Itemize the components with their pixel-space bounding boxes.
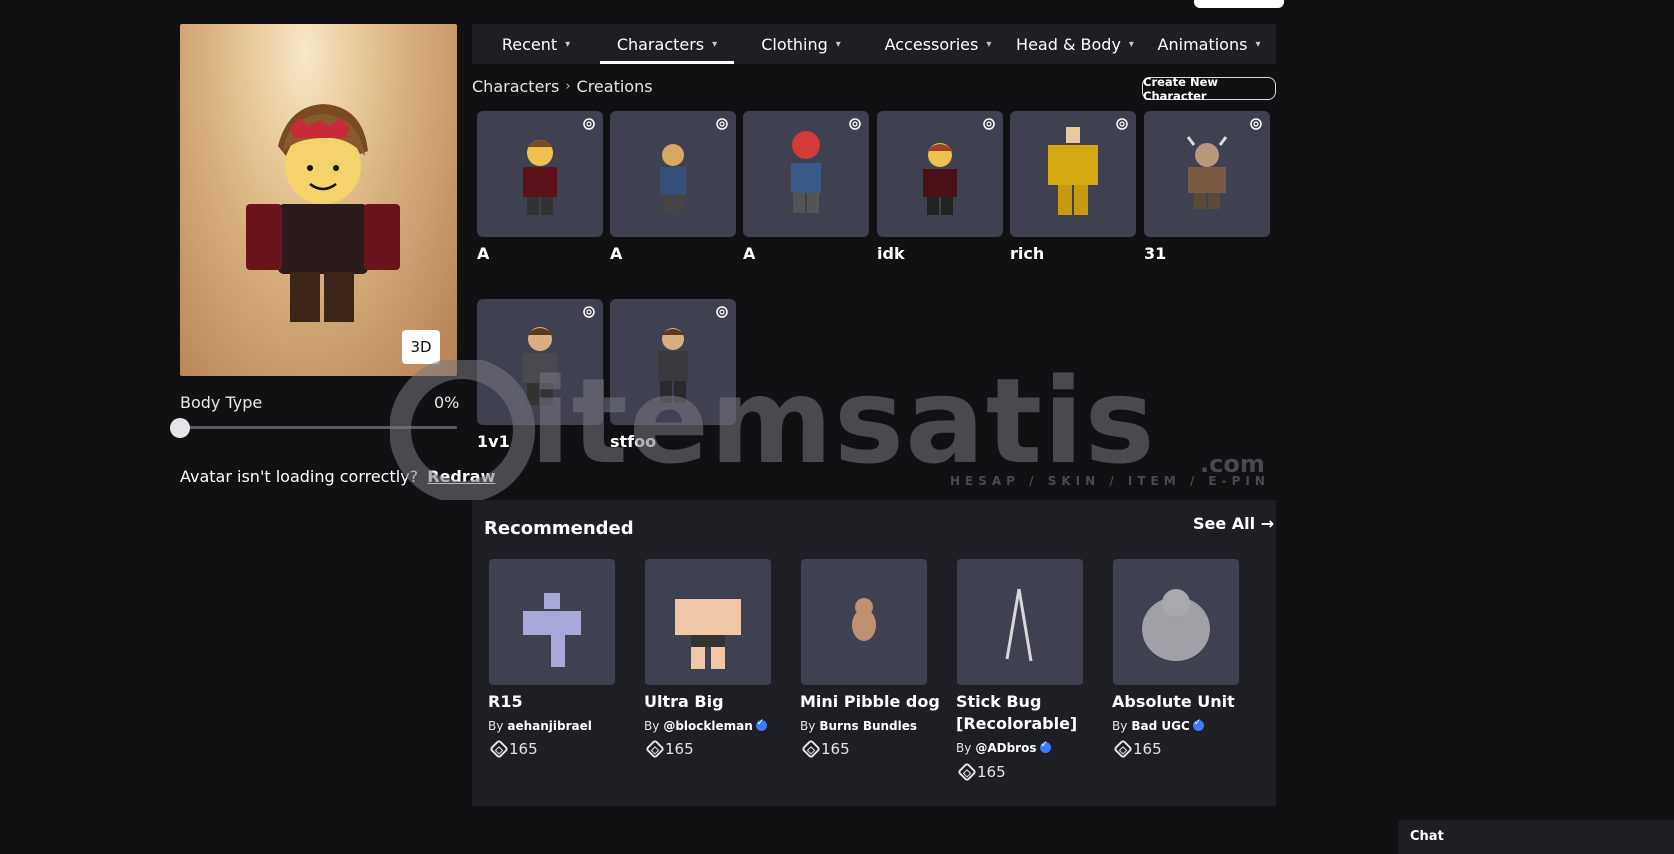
rec-item-thumbnail [523,593,581,667]
character-name: idk [877,244,905,263]
character-card[interactable] [477,111,603,237]
character-name: A [743,244,756,263]
gear-icon[interactable] [714,116,730,132]
chevron-down-icon: ▾ [986,38,992,50]
recommended-panel: Recommended See All → R15 By aehanjibrael… [472,500,1276,806]
body-type-slider-thumb[interactable] [170,418,190,438]
character-card[interactable] [610,299,736,425]
tab-accessories[interactable]: Accessories ▾ [868,24,1008,64]
tab-recent[interactable]: Recent ▾ [472,24,600,64]
rec-item-price: 165 [1113,739,1162,759]
character-card[interactable] [877,111,1003,237]
rec-item-name[interactable]: Mini Pibble dog [800,691,940,713]
rec-item-thumbnail [675,599,741,669]
redraw-link[interactable]: Redraw [427,467,495,486]
rec-item-price: 165 [489,739,538,759]
rec-item-creator: By @ADbros [956,740,1051,755]
rec-item-card[interactable] [489,559,615,685]
gear-icon[interactable] [581,304,597,320]
chevron-down-icon: ▾ [565,38,571,50]
gear-icon[interactable] [847,116,863,132]
breadcrumb-characters[interactable]: Characters [472,77,559,96]
rec-item-creator: By aehanjibrael [488,719,592,733]
recommended-title: Recommended [484,518,634,539]
body-type-slider-track[interactable] [180,426,457,429]
chevron-down-icon: ▾ [712,38,718,50]
body-type-label: Body Type [180,393,263,412]
character-name: stfoo [610,432,657,451]
tab-animations[interactable]: Animations ▾ [1142,24,1276,64]
rec-item-name[interactable]: Stick Bug [Recolorable] [956,691,1077,735]
creator-link[interactable]: @ADbros [975,741,1036,755]
chevron-down-icon: ▾ [835,38,841,50]
avatar-figure [246,104,400,322]
creator-link[interactable]: Bad UGC [1131,719,1189,733]
chevron-right-icon: › [565,79,571,94]
rec-item-name[interactable]: R15 [488,691,523,713]
robux-icon [801,739,821,759]
tab-characters[interactable]: Characters ▾ [600,24,734,64]
verified-badge-icon [755,718,767,731]
robux-icon [1113,739,1133,759]
view-3d-toggle[interactable]: 3D [402,330,440,364]
gear-icon[interactable] [981,116,997,132]
chat-bar[interactable]: Chat [1398,820,1674,854]
creator-link[interactable]: aehanjibrael [507,719,592,733]
robux-icon [957,762,977,782]
rec-item-thumbnail [1142,589,1210,661]
character-card[interactable] [1144,111,1270,237]
character-card[interactable] [743,111,869,237]
gear-icon[interactable] [581,116,597,132]
rec-item-creator: By Bad UGC [1112,718,1204,733]
rec-item-card[interactable] [957,559,1083,685]
character-card[interactable] [1010,111,1136,237]
body-type-value: 0% [434,393,460,412]
rec-item-price: 165 [645,739,694,759]
redraw-prompt: Avatar isn't loading correctly? [180,467,419,486]
chat-label: Chat [1410,829,1444,844]
rec-item-card[interactable] [1113,559,1239,685]
create-new-character-button[interactable]: Create New Character [1142,75,1276,103]
tab-clothing[interactable]: Clothing ▾ [734,24,868,64]
gear-icon[interactable] [714,304,730,320]
redraw-row: Avatar isn't loading correctly? Redraw [180,467,495,486]
see-all-link[interactable]: See All → [1193,514,1274,533]
character-card[interactable] [610,111,736,237]
top-right-button[interactable] [1194,0,1284,8]
character-name: rich [1010,244,1045,263]
rec-item-price: 165 [801,739,850,759]
rec-item-price: 165 [957,762,1006,782]
category-tabs: Recent ▾ Characters ▾ Clothing ▾ Accessorie… [472,24,1276,64]
chevron-down-icon: ▾ [1255,38,1261,50]
creator-link[interactable]: @blockleman [663,719,752,733]
character-name: 31 [1144,244,1167,263]
character-name: A [477,244,490,263]
gear-icon[interactable] [1248,116,1264,132]
rec-item-creator: By @blockleman [644,718,767,733]
rec-item-creator: By Burns Bundles [800,719,918,733]
breadcrumb-creations: Creations [576,77,653,96]
rec-item-card[interactable] [801,559,927,685]
rec-item-thumbnail [1005,588,1033,662]
gear-icon[interactable] [1114,116,1130,132]
robux-icon [489,739,509,759]
character-card[interactable] [477,299,603,425]
chevron-down-icon: ▾ [1128,38,1134,50]
rec-item-name[interactable]: Absolute Unit [1112,691,1235,713]
character-name: A [610,244,623,263]
tab-head-body[interactable]: Head & Body ▾ [1008,24,1142,64]
rec-item-name[interactable]: Ultra Big [644,691,724,713]
breadcrumb: Characters › Creations [472,77,653,96]
rec-item-thumbnail [852,598,876,641]
verified-badge-icon [1039,740,1051,753]
rec-item-card[interactable] [645,559,771,685]
character-name: 1v1 [477,432,510,451]
avatar-preview: 3D [180,24,457,376]
verified-badge-icon [1192,718,1204,731]
creator-link[interactable]: Burns Bundles [819,719,917,733]
robux-icon [645,739,665,759]
